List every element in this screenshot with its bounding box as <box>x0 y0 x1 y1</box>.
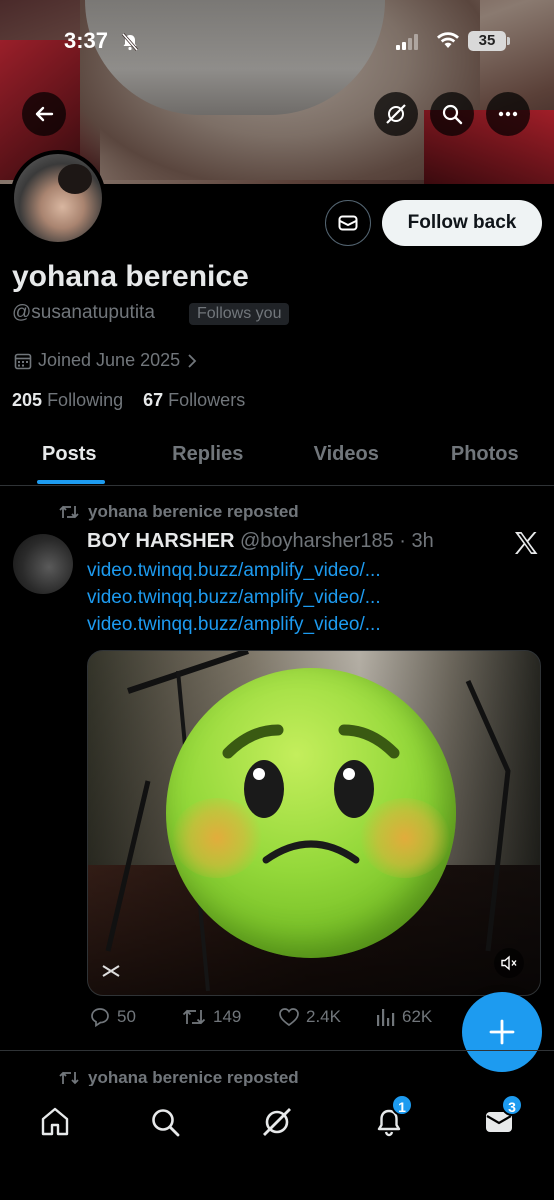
x-logo-icon <box>515 532 538 554</box>
analytics-icon <box>377 1009 395 1026</box>
more-button[interactable] <box>486 92 530 136</box>
speaker-muted-icon <box>501 955 517 971</box>
silent-bell-icon <box>121 33 139 51</box>
post-link[interactable]: video.twinqq.buzz/amplify_video/... <box>87 560 381 582</box>
status-bar: 3:37 35 <box>0 26 554 60</box>
envelope-icon <box>338 215 358 231</box>
profile-name: yohana berenice <box>12 260 249 293</box>
post-link[interactable]: video.twinqq.buzz/amplify_video/... <box>87 587 381 609</box>
repost-action[interactable]: 149 <box>181 1006 241 1028</box>
views-count: 62K <box>402 1007 433 1026</box>
notifications-badge: 1 <box>391 1094 413 1116</box>
calendar-icon <box>14 353 32 369</box>
post-meta: @boyharsher185 · 3h <box>240 530 434 552</box>
bottom-navigation: 1 3 <box>0 1086 554 1200</box>
heart-icon <box>279 1008 299 1027</box>
reply-count: 50 <box>117 1007 136 1026</box>
followers-label: Followers <box>168 390 246 410</box>
nav-home[interactable] <box>33 1100 77 1144</box>
reply-action[interactable]: 50 <box>89 1006 136 1028</box>
repost-icon <box>59 1071 79 1085</box>
like-count: 2.4K <box>306 1007 341 1026</box>
post-author-name[interactable]: BOY HARSHER <box>87 530 234 552</box>
tab-posts[interactable]: Posts <box>0 430 139 485</box>
repost-indicator: yohana berenice reposted <box>58 502 299 522</box>
post-header: BOY HARSHER @boyharsher185 · 3h <box>87 530 434 553</box>
search-icon <box>442 104 463 125</box>
status-time: 3:37 <box>64 28 109 53</box>
joined-label: Joined June 2025 <box>38 350 181 370</box>
joined-date[interactable]: Joined June 2025 <box>14 350 198 371</box>
arrow-left-icon <box>35 106 54 122</box>
following-count: 205 <box>12 390 43 410</box>
repost-label: yohana berenice reposted <box>88 1068 299 1087</box>
nav-messages[interactable]: 3 <box>477 1094 523 1144</box>
repost-count: 149 <box>213 1007 242 1026</box>
back-button[interactable] <box>22 92 66 136</box>
tab-replies[interactable]: Replies <box>139 430 278 485</box>
follow-stats: 205 Following 67 Followers <box>12 390 245 411</box>
nav-search[interactable] <box>143 1100 187 1144</box>
nav-notifications[interactable]: 1 <box>367 1094 413 1144</box>
messages-badge: 3 <box>501 1094 523 1116</box>
repost-label: yohana berenice reposted <box>88 502 299 521</box>
profile-tabs: Posts Replies Videos Photos <box>0 430 554 486</box>
wifi-icon <box>437 32 459 48</box>
search-button[interactable] <box>430 92 474 136</box>
battery-level: 35 <box>468 31 506 51</box>
more-icon <box>498 111 518 117</box>
post-author-avatar[interactable] <box>13 534 73 594</box>
followers-count: 67 <box>143 390 164 410</box>
follows-you-badge: Follows you <box>189 303 290 325</box>
capcut-icon <box>102 965 120 977</box>
reply-icon <box>91 1008 109 1028</box>
battery-tip <box>507 37 510 45</box>
emoji-features <box>222 724 400 864</box>
views-action[interactable]: 62K <box>376 1006 432 1028</box>
like-action[interactable]: 2.4K <box>278 1006 341 1028</box>
repost-icon <box>59 505 79 519</box>
tab-photos[interactable]: Photos <box>416 430 554 485</box>
profile-handle: @susanatuputita <box>12 302 155 323</box>
grok-icon <box>263 1108 291 1136</box>
followers-link[interactable]: 67 Followers <box>143 390 245 410</box>
follow-back-button[interactable]: Follow back <box>382 200 542 246</box>
sick-face-emoji <box>166 668 456 958</box>
profile-avatar[interactable] <box>10 150 106 246</box>
tab-videos[interactable]: Videos <box>277 430 416 485</box>
repost-indicator: yohana berenice reposted <box>58 1068 299 1088</box>
post-divider <box>0 1050 554 1051</box>
following-label: Following <box>47 390 124 410</box>
plus-icon <box>489 1019 515 1045</box>
home-icon <box>41 1107 69 1136</box>
grok-icon <box>386 104 406 124</box>
following-link[interactable]: 205 Following <box>12 390 123 410</box>
repost-icon <box>182 1009 206 1025</box>
mute-button[interactable] <box>494 948 524 978</box>
message-button[interactable] <box>325 200 371 246</box>
post-link[interactable]: video.twinqq.buzz/amplify_video/... <box>87 614 381 636</box>
search-icon <box>152 1109 180 1137</box>
nav-grok[interactable] <box>255 1100 299 1144</box>
signal-icon <box>396 34 418 50</box>
chevron-right-icon <box>188 353 197 368</box>
grok-button[interactable] <box>374 92 418 136</box>
compose-button[interactable] <box>462 992 542 1072</box>
